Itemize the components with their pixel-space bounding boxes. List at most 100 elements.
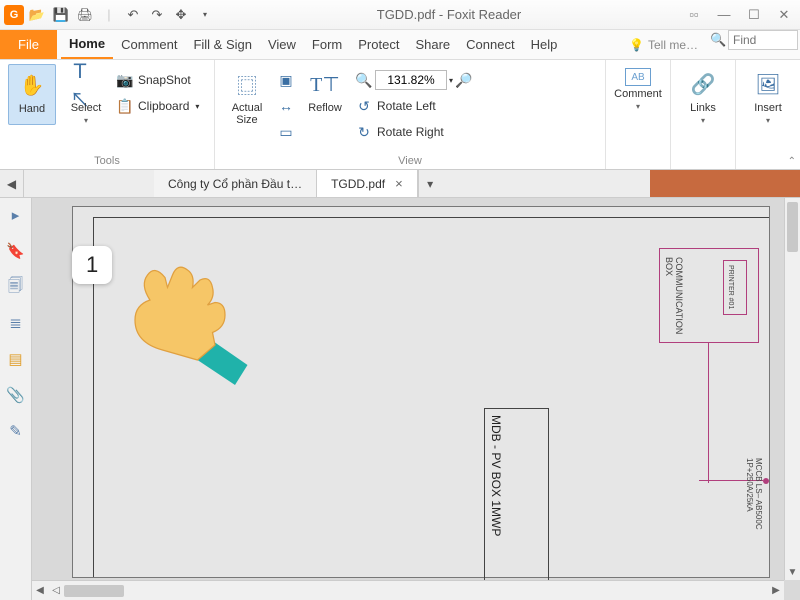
tab-form[interactable]: Form (304, 30, 350, 59)
view-group-label: View (223, 153, 597, 167)
scroll-right-icon[interactable]: ▶ (768, 585, 784, 596)
fit-width-button[interactable]: ↔ (277, 94, 295, 118)
rotate-right-button[interactable]: ↻ Rotate Right (355, 120, 473, 144)
rotate-right-icon: ↻ (355, 124, 373, 141)
ribbon-group-tools: ✋ Hand Ｔ↖ Select ▾ 📷 SnapShot 📋 Clipboar… (0, 60, 215, 169)
tabs-scroll-left[interactable]: ◀ (0, 170, 24, 197)
doc-tab-2[interactable]: TGDD.pdf × (317, 170, 418, 197)
find-input[interactable] (728, 30, 798, 50)
rotate-left-button[interactable]: ↺ Rotate Left (355, 94, 473, 118)
tab-share[interactable]: Share (407, 30, 458, 59)
chevron-down-icon: ▾ (195, 102, 199, 111)
skin-icon[interactable]: ▫▫ (682, 5, 706, 25)
collapse-ribbon-icon[interactable]: ⌃ (788, 156, 796, 167)
tools-group-label: Tools (8, 153, 206, 167)
printer-box: PRINTER #01 (723, 260, 747, 315)
search-icon[interactable]: 🔍 (710, 32, 728, 48)
lightbulb-icon: 💡 (629, 38, 644, 52)
pages-icon[interactable]: 🗐 (5, 276, 27, 298)
tell-me-label: Tell me… (648, 38, 698, 52)
vscroll-thumb[interactable] (787, 202, 798, 252)
print-icon[interactable]: 🖨 (74, 4, 96, 26)
ribbon: ✋ Hand Ｔ↖ Select ▾ 📷 SnapShot 📋 Clipboar… (0, 60, 800, 170)
find-box: 🔍 (710, 30, 800, 50)
tab-view[interactable]: View (260, 30, 304, 59)
snapshot-button[interactable]: 📷 SnapShot (116, 68, 199, 92)
links-button[interactable]: 🔗 Links ▾ (679, 64, 727, 125)
reflow-button[interactable]: T⊤ Reflow (301, 64, 349, 144)
mccb-label: MCCB LS– AB500C 1P+250A/25kA (745, 458, 763, 530)
chevron-down-icon[interactable]: ▾ (449, 76, 453, 85)
hand-tool-button[interactable]: ✋ Hand (8, 64, 56, 125)
insert-icon: 🖼 (752, 68, 784, 100)
fit-visible-button[interactable]: ▭ (277, 120, 295, 144)
reflow-icon: T⊤ (309, 68, 341, 100)
comm-box-label: COMMUNICATION BOX (664, 257, 684, 342)
fit-page-icon: ▣ (277, 72, 295, 89)
select-tool-button[interactable]: Ｔ↖ Select ▾ (62, 64, 110, 125)
vertical-scrollbar[interactable]: ▲ ▼ (784, 198, 800, 580)
main-area: ▸ 🔖 🗐 ≣ ▤ 📎 ✎ COMMUNICATION BOX PRINTER … (0, 198, 800, 600)
menu-bar: File Home Comment Fill & Sign View Form … (0, 30, 800, 60)
close-icon[interactable]: ✕ (772, 5, 796, 25)
attachments-icon[interactable]: 📎 (5, 384, 27, 406)
save-icon[interactable]: 💾 (50, 4, 72, 26)
tab-connect[interactable]: Connect (458, 30, 522, 59)
file-menu[interactable]: File (0, 30, 57, 59)
ribbon-group-view: ⿴ Actual Size ▣ ↔ ▭ T⊤ Reflow 🔍 ▾ 🔎 (215, 60, 606, 169)
drawing: COMMUNICATION BOX PRINTER #01 MDB - PV B… (93, 217, 769, 577)
tab-help[interactable]: Help (523, 30, 566, 59)
fit-page-button[interactable]: ▣ (277, 68, 295, 92)
clipboard-button[interactable]: 📋 Clipboard ▾ (116, 94, 199, 118)
qat-dropdown-icon[interactable]: ▾ (194, 4, 216, 26)
tab-protect[interactable]: Protect (350, 30, 407, 59)
zoom-out-icon[interactable]: 🔍 (355, 72, 373, 89)
scroll-left-icon[interactable]: ◀ (32, 585, 48, 596)
hand-label: Hand (19, 103, 45, 115)
open-icon[interactable]: 📂 (26, 4, 48, 26)
redo-icon[interactable]: ↷ (146, 4, 168, 26)
qat-tool-icon[interactable]: ✥ (170, 4, 192, 26)
clipboard-icon: 📋 (116, 98, 134, 115)
horizontal-scrollbar[interactable]: ◀ ◁ ▶ (32, 580, 784, 600)
tabs-overflow-icon[interactable]: ▾ (418, 170, 442, 197)
rotate-right-label: Rotate Right (377, 125, 444, 139)
hand-icon: ✋ (16, 69, 48, 101)
doc-tab-1[interactable]: Công ty Cổ phần Đầu t… (154, 170, 317, 197)
insert-button[interactable]: 🖼 Insert ▾ (744, 64, 792, 125)
tell-me[interactable]: 💡 Tell me… (623, 30, 704, 59)
undo-icon[interactable]: ↶ (122, 4, 144, 26)
actual-size-icon: ⿴ (231, 68, 263, 100)
hscroll-thumb[interactable] (64, 585, 124, 597)
clipboard-label: Clipboard (138, 99, 189, 113)
minimize-icon[interactable]: — (712, 5, 736, 25)
comments-icon[interactable]: ▤ (5, 348, 27, 370)
rotate-left-icon: ↺ (355, 98, 373, 115)
comment-button[interactable]: AB Comment ▾ (614, 64, 662, 111)
expand-panel-icon[interactable]: ▸ (5, 204, 27, 226)
scroll-left2-icon[interactable]: ◁ (48, 585, 64, 596)
app-icon: G (4, 5, 24, 25)
signatures-icon[interactable]: ✎ (5, 420, 27, 442)
zoom-in-icon[interactable]: 🔎 (455, 72, 473, 89)
close-tab-icon[interactable]: × (395, 176, 403, 191)
camera-icon: 📷 (116, 72, 134, 89)
rotate-left-label: Rotate Left (377, 99, 436, 113)
chevron-down-icon: ▾ (84, 116, 88, 125)
tab-fill-sign[interactable]: Fill & Sign (185, 30, 260, 59)
comment-icon: AB (625, 68, 651, 86)
tab-comment[interactable]: Comment (113, 30, 185, 59)
zoom-input[interactable] (375, 70, 447, 90)
actual-size-label: Actual Size (232, 102, 263, 126)
chevron-down-icon: ▾ (766, 116, 770, 125)
layers-icon[interactable]: ≣ (5, 312, 27, 334)
maximize-icon[interactable]: ☐ (742, 5, 766, 25)
side-panel: ▸ 🔖 🗐 ≣ ▤ 📎 ✎ (0, 198, 32, 600)
actual-size-button[interactable]: ⿴ Actual Size (223, 64, 271, 144)
document-view[interactable]: COMMUNICATION BOX PRINTER #01 MDB - PV B… (32, 198, 800, 600)
separator: | (98, 4, 120, 26)
mdb-box: MDB - PV BOX 1MWP (484, 408, 549, 600)
scroll-down-icon[interactable]: ▼ (785, 564, 800, 580)
printer-label: PRINTER #01 (727, 265, 734, 309)
bookmarks-icon[interactable]: 🔖 (5, 240, 27, 262)
